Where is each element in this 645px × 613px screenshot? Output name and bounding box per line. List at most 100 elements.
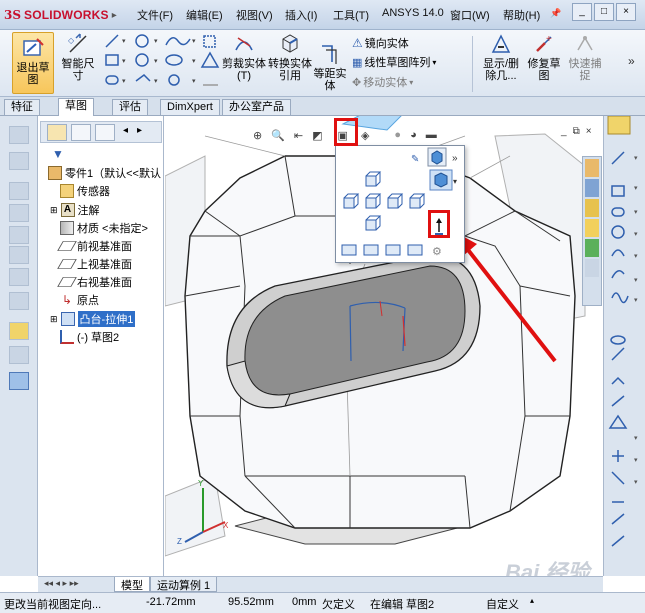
tab-evaluate[interactable]: 评估	[112, 99, 148, 115]
svg-text:▾: ▾	[634, 435, 638, 442]
tree-item-boss-extrude[interactable]: ⊞ 凸台-拉伸1	[50, 311, 136, 327]
tool-button[interactable]	[9, 204, 29, 222]
smart-dimension-button[interactable]: ◇ 智能尺寸	[58, 32, 98, 82]
show-delete-relations-icon	[491, 34, 511, 53]
status-units[interactable]: 自定义	[486, 596, 519, 612]
tool-button[interactable]	[9, 268, 29, 286]
maximize-button[interactable]: □	[594, 3, 614, 21]
section-view-icon[interactable]: ◩	[312, 129, 322, 142]
display-style-icon[interactable]: ◈	[361, 129, 369, 142]
resources-icon[interactable]	[585, 179, 599, 197]
tab-sketch[interactable]: 草图	[58, 98, 94, 116]
menu-insert[interactable]: 插入(I)	[285, 7, 317, 23]
tree-item-top-plane[interactable]: 上视基准面	[57, 256, 132, 272]
minimize-button[interactable]: _	[572, 3, 592, 21]
move-entities-button[interactable]: ✥ 移动实体 ▾	[352, 74, 413, 90]
tab-model[interactable]: 模型	[114, 577, 150, 592]
zoom-fit-icon[interactable]: ⊕	[253, 129, 262, 142]
tree-item-origin[interactable]: ↳ 原点	[60, 292, 99, 308]
menu-edit[interactable]: 编辑(E)	[186, 7, 223, 23]
tool-button[interactable]	[9, 246, 29, 264]
tool-button[interactable]	[9, 346, 29, 364]
quick-snaps-button[interactable]: 快速捕捉	[566, 32, 604, 82]
chevron-down-icon[interactable]: ▾	[409, 78, 413, 87]
expand-icon[interactable]: ⊞	[50, 205, 58, 216]
custom-properties-icon[interactable]	[585, 259, 599, 277]
file-explorer-icon[interactable]	[585, 219, 599, 237]
tree-item-sensors[interactable]: 传感器	[60, 183, 110, 199]
svg-text:⚙: ⚙	[432, 246, 442, 258]
show-delete-relations-button[interactable]: 显示/删除几...	[478, 32, 524, 82]
command-tabs: 特征 草图 评估 DimXpert 办公室产品	[0, 97, 645, 116]
linear-pattern-label: 线性草图阵列	[364, 57, 431, 69]
appearance-icon[interactable]: ◕	[410, 129, 417, 141]
normal-to-button[interactable]	[428, 210, 450, 238]
chevron-right-icon[interactable]: ▸	[137, 125, 142, 136]
tree-root[interactable]: 零件1（默认<<默认	[48, 165, 161, 181]
svg-text:▾: ▾	[154, 78, 158, 85]
view-orientation-button[interactable]	[334, 118, 358, 146]
svg-text:▾: ▾	[192, 38, 196, 45]
convert-entities-button[interactable]: 转换实体引用	[268, 32, 312, 82]
tab-dimxpert[interactable]: DimXpert	[160, 99, 220, 115]
chevron-left-icon[interactable]: ◂	[123, 125, 128, 136]
chevron-double-right-icon[interactable]: »	[628, 54, 635, 68]
sketch-tools-icons: ▾ ▾ ▾ ▾ ▾ ▾ ▾ ▾ ▾	[105, 34, 220, 86]
exit-sketch-label: 退出草图	[16, 62, 50, 86]
trim-entities-button[interactable]: 剪裁实体(T)	[222, 32, 266, 82]
menu-help[interactable]: 帮助(H)	[503, 7, 540, 23]
menu-view[interactable]: 视图(V)	[236, 7, 273, 23]
doc-close-button[interactable]: ×	[586, 126, 592, 137]
tab-motion-study[interactable]: 运动算例 1	[150, 577, 218, 592]
linear-pattern-button[interactable]: ▦ 线性草图阵列 ▾	[352, 54, 436, 70]
solidworks-logo[interactable]: 3S SOLIDWORKS ▸	[4, 5, 124, 25]
mirror-entities-button[interactable]: ⚠ 镜向实体	[352, 35, 409, 51]
tool-button[interactable]	[9, 226, 29, 244]
chevron-up-icon[interactable]: ▴	[530, 596, 534, 605]
property-manager-tab[interactable]	[71, 124, 91, 141]
tool-button[interactable]	[9, 372, 29, 390]
tree-item-annotations[interactable]: ⊞ A 注解	[50, 202, 100, 218]
tree-item-front-plane[interactable]: 前视基准面	[57, 238, 132, 254]
offset-entities-button[interactable]: 等距实体	[312, 42, 348, 92]
svg-text:▾: ▾	[192, 78, 196, 85]
tree-item-material[interactable]: 材质 <未指定>	[60, 220, 148, 236]
trim-label: 剪裁实体(T)	[222, 58, 266, 82]
doc-minimize-button[interactable]: _	[561, 126, 567, 137]
tab-office-products[interactable]: 办公室产品	[222, 99, 291, 115]
tree-item-label: 前视基准面	[77, 241, 132, 253]
expand-icon[interactable]: ⊞	[50, 314, 58, 325]
menu-tools[interactable]: 工具(T)	[333, 7, 369, 23]
tool-button[interactable]	[9, 182, 29, 200]
pin-icon[interactable]: 📌	[550, 8, 561, 19]
design-library-icon[interactable]	[585, 199, 599, 217]
feature-manager-tab[interactable]	[47, 124, 67, 141]
filter-icon[interactable]: ▼	[52, 147, 64, 161]
menu-ansys[interactable]: ANSYS 14.0	[382, 7, 444, 19]
toolbar-separator	[472, 36, 473, 92]
repair-sketch-button[interactable]: + 修复草图	[526, 32, 562, 82]
tree-item-label: 传感器	[77, 186, 110, 198]
doc-restore-button[interactable]: ⧉	[573, 126, 580, 137]
hide-show-icon[interactable]: ●	[394, 129, 401, 141]
previous-view-icon[interactable]: ⇤	[294, 129, 303, 142]
scene-icon[interactable]: ▬	[426, 129, 437, 141]
zoom-area-icon[interactable]: 🔍	[271, 129, 285, 142]
menu-window[interactable]: 窗口(W)	[450, 7, 490, 23]
scroll-arrows-icon[interactable]: ◂◂ ◂ ▸ ▸▸	[44, 578, 79, 589]
tool-button[interactable]	[9, 126, 29, 144]
home-icon[interactable]	[585, 159, 599, 177]
tool-button[interactable]	[9, 292, 29, 310]
tree-item-right-plane[interactable]: 右视基准面	[57, 274, 132, 290]
config-manager-tab[interactable]	[95, 124, 115, 141]
tree-item-sketch2[interactable]: (-) 草图2	[60, 329, 119, 345]
chevron-right-icon[interactable]: ▸	[112, 10, 117, 21]
tool-button[interactable]	[9, 322, 29, 340]
chevron-down-icon[interactable]: ▾	[432, 58, 436, 67]
tab-features[interactable]: 特征	[4, 99, 40, 115]
tool-button[interactable]	[9, 152, 29, 170]
close-button[interactable]: ×	[616, 3, 636, 21]
exit-sketch-button[interactable]: 退出草图	[12, 32, 54, 94]
menu-file[interactable]: 文件(F)	[137, 7, 173, 23]
appearances-icon[interactable]	[585, 239, 599, 257]
